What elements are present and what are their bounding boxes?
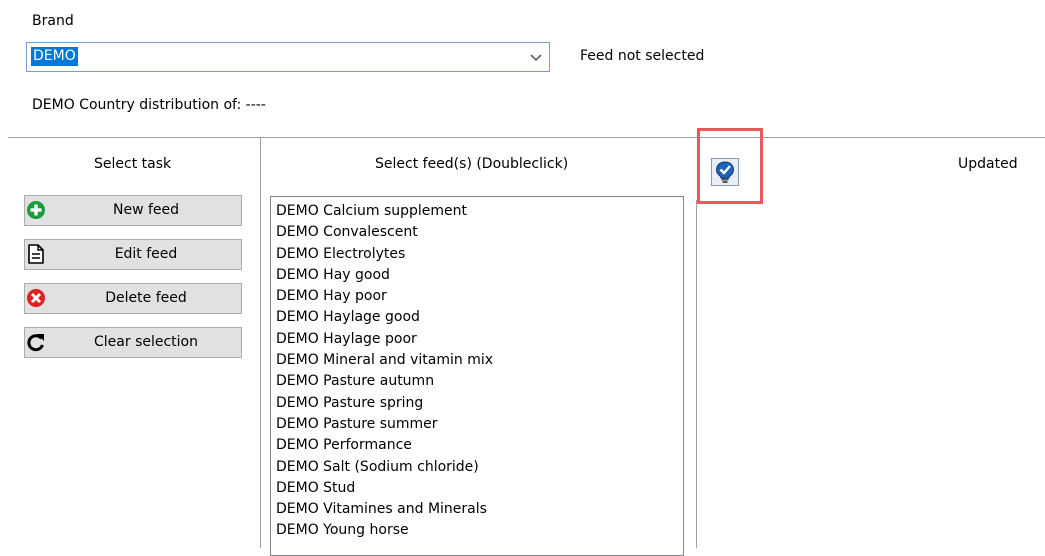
feed-list-item[interactable]: DEMO Haylage good [271, 307, 683, 328]
lightbulb-button[interactable] [711, 158, 739, 186]
feed-list-item[interactable]: DEMO Performance [271, 435, 683, 456]
feed-listbox[interactable]: DEMO Calcium supplement DEMO Convalescent… [270, 196, 684, 556]
new-feed-label: New feed [112, 202, 180, 218]
lightbulb-check-icon [715, 161, 735, 183]
task-column-divider [260, 138, 261, 548]
clear-selection-button[interactable]: Clear selection [24, 327, 242, 358]
refresh-icon [27, 334, 44, 352]
feed-list-item[interactable]: DEMO Young horse [271, 520, 683, 541]
select-feed-heading: Select feed(s) (Doubleclick) [375, 156, 569, 172]
feed-list-item[interactable]: DEMO Convalescent [271, 222, 683, 243]
feed-list-item[interactable]: DEMO Haylage poor [271, 329, 683, 350]
edit-feed-label: Edit feed [114, 246, 178, 262]
select-task-heading: Select task [94, 156, 172, 172]
feed-list-item[interactable]: DEMO Pasture spring [271, 393, 683, 414]
edit-feed-button[interactable]: Edit feed [24, 239, 242, 270]
document-icon [28, 244, 44, 264]
feed-column-divider [696, 200, 697, 548]
plus-circle-icon [27, 201, 45, 219]
brand-select[interactable]: DEMO [26, 42, 550, 72]
feed-list-item[interactable]: DEMO Mineral and vitamin mix [271, 350, 683, 371]
feed-list-item[interactable]: DEMO Electrolytes [271, 244, 683, 265]
country-distribution-text: DEMO Country distribution of: ---- [32, 97, 266, 113]
horizontal-divider [8, 137, 1045, 138]
feed-list-item[interactable]: DEMO Vitamines and Minerals [271, 499, 683, 520]
feed-list-item[interactable]: DEMO Salt (Sodium chloride) [271, 457, 683, 478]
clear-selection-label: Clear selection [94, 334, 198, 350]
delete-feed-label: Delete feed [105, 290, 187, 306]
feed-list-item[interactable]: DEMO Calcium supplement [271, 201, 683, 222]
new-feed-button[interactable]: New feed [24, 195, 242, 226]
feed-list-item[interactable]: DEMO Pasture autumn [271, 371, 683, 392]
feed-list-item[interactable]: DEMO Hay poor [271, 286, 683, 307]
delete-feed-button[interactable]: Delete feed [24, 283, 242, 314]
feed-list-item[interactable]: DEMO Pasture summer [271, 414, 683, 435]
brand-selected-value: DEMO [31, 47, 78, 66]
feed-list-item[interactable]: DEMO Hay good [271, 265, 683, 286]
feed-list-item[interactable]: DEMO Stud [271, 478, 683, 499]
updated-heading: Updated [958, 156, 1018, 172]
brand-label: Brand [32, 13, 74, 29]
feed-status-text: Feed not selected [580, 48, 705, 64]
delete-circle-icon [27, 289, 45, 307]
chevron-down-icon[interactable] [530, 53, 542, 63]
